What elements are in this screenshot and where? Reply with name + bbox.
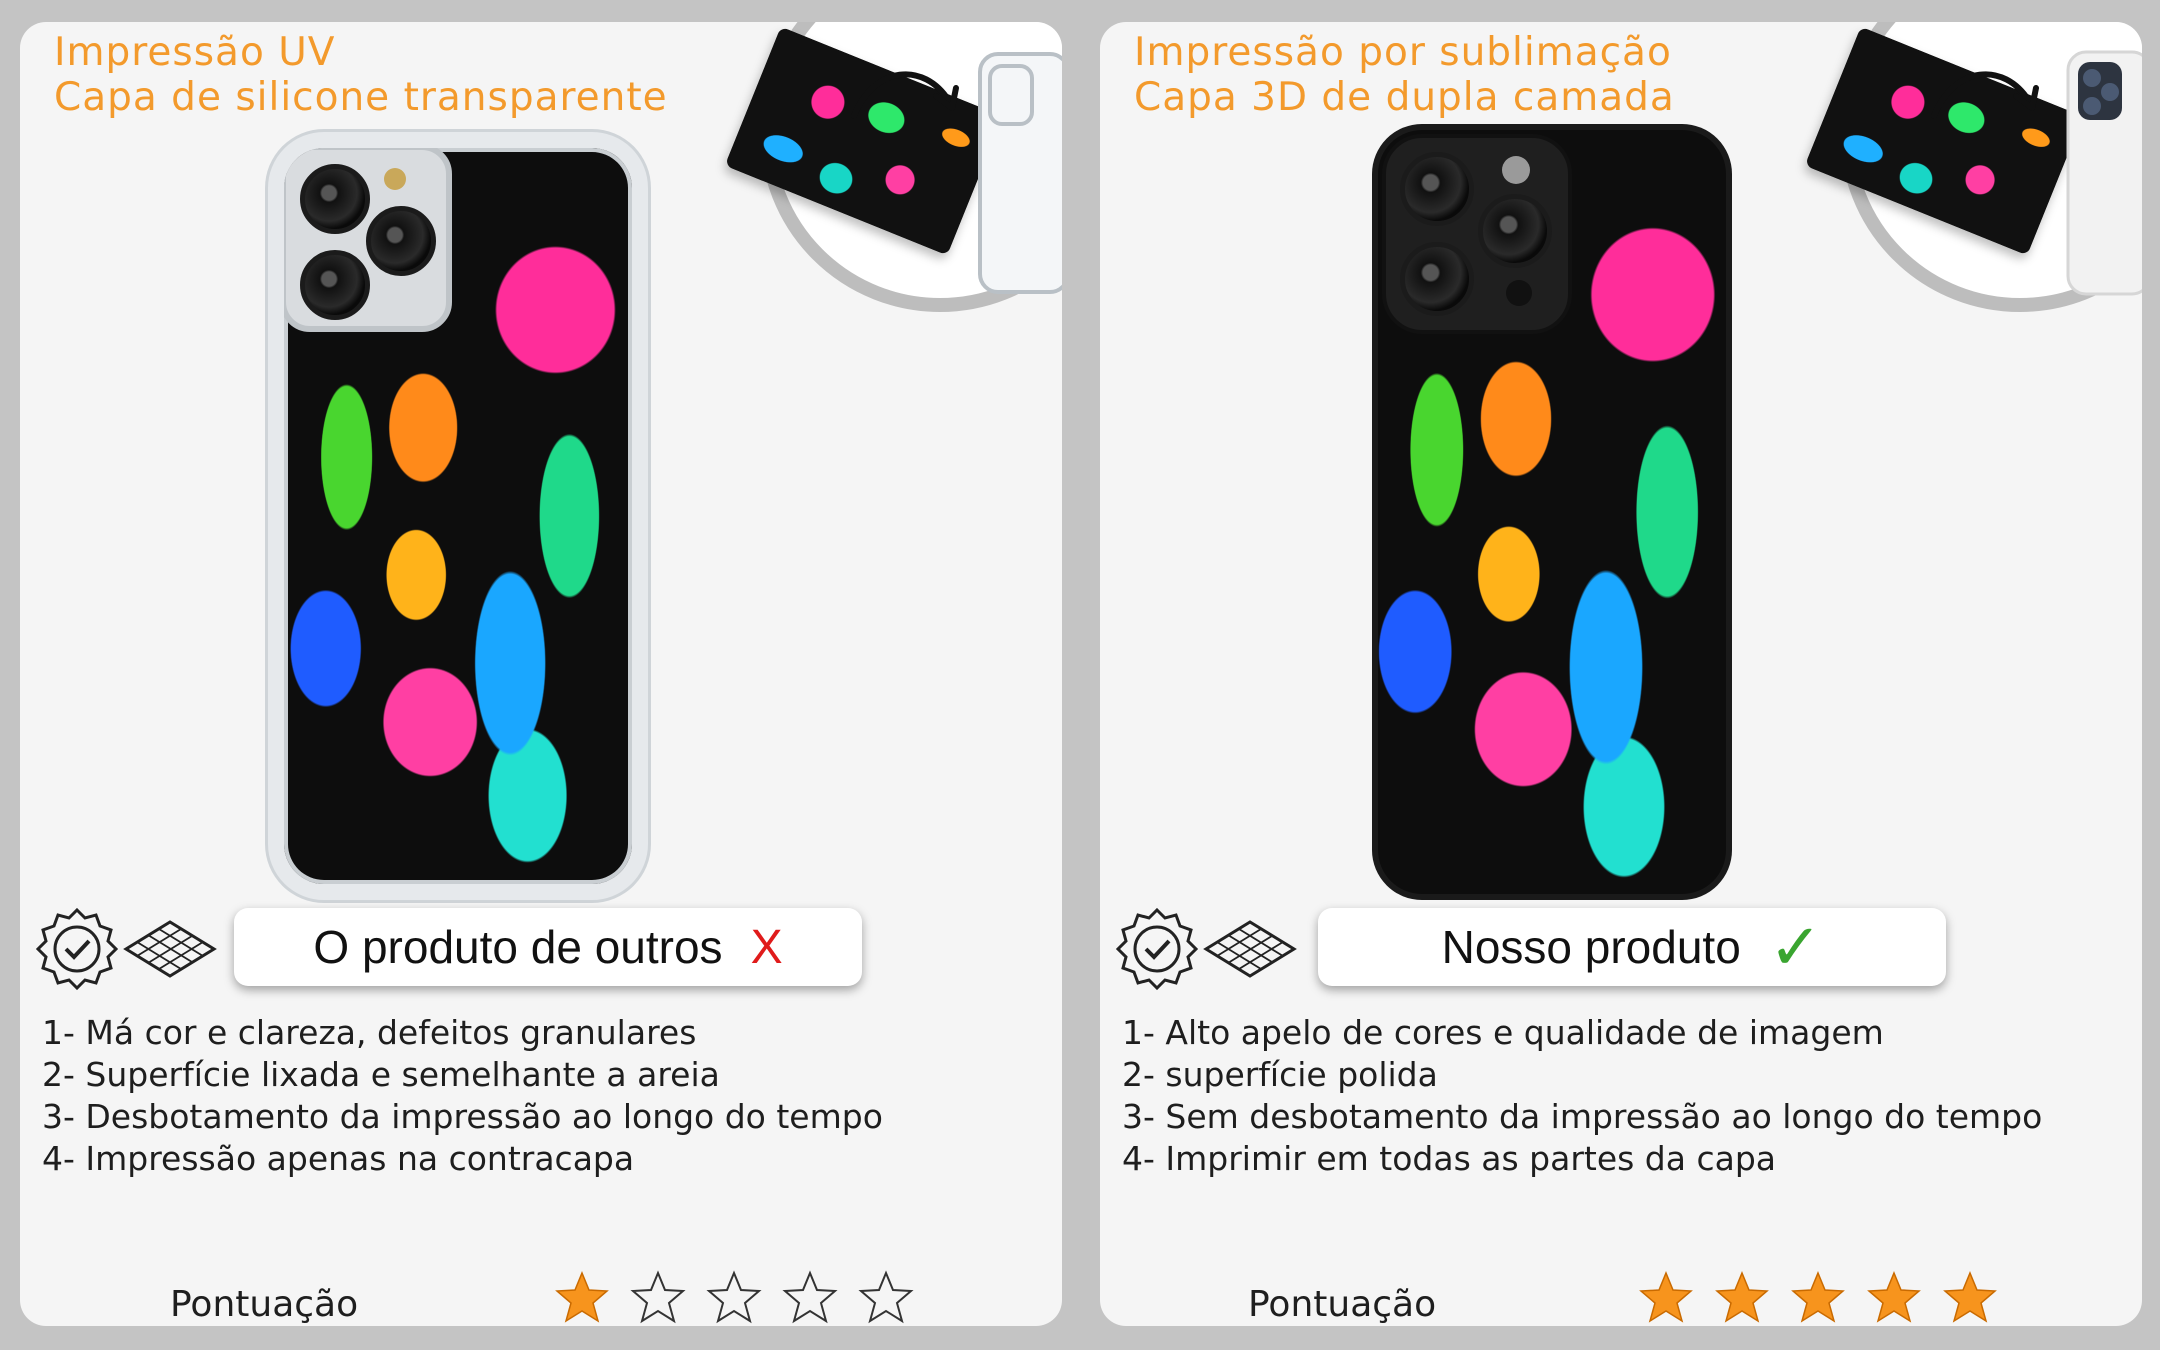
panel-heading: Impressão por sublimação Capa 3D de dupl…	[1134, 30, 1675, 120]
star-filled-icon	[1791, 1271, 1845, 1323]
comparison-panel-others: Impressão UV Capa de silicone transparen…	[20, 22, 1062, 1326]
feature-item: 4- Imprimir em todas as partes da capa	[1122, 1139, 1777, 1178]
star-filled-icon	[555, 1271, 609, 1323]
score-label: Pontuação	[1248, 1284, 1437, 1325]
heading-print-method: Impressão por sublimação	[1134, 30, 1672, 75]
camera-lens	[366, 206, 436, 276]
score-label: Pontuação	[170, 1284, 359, 1325]
feature-item: 2- Superfície lixada e semelhante a arei…	[42, 1055, 720, 1094]
feature-item: 1- Alto apelo de cores e qualidade de im…	[1122, 1013, 1884, 1052]
star-empty-icon	[858, 1270, 914, 1324]
feature-list: 1- Alto apelo de cores e qualidade de im…	[1122, 1012, 2042, 1180]
camera-lens	[1478, 194, 1552, 268]
star-filled-icon	[1715, 1271, 1769, 1323]
process-bubble	[724, 22, 1062, 312]
feature-item: 3- Desbotamento da impressão ao longo do…	[42, 1097, 883, 1136]
feature-list: 1- Má cor e clareza, defeitos granulares…	[42, 1012, 883, 1180]
feature-item: 4- Impressão apenas na contracapa	[42, 1139, 635, 1178]
process-bubble	[1804, 22, 2142, 312]
product-label-others: O produto de outros X	[234, 908, 862, 986]
heading-case-type: Capa de silicone transparente	[54, 75, 668, 120]
phone-case-clear-uv	[268, 132, 648, 900]
camera-lens	[1400, 242, 1474, 316]
verified-badge-icon	[35, 907, 119, 991]
star-empty-icon	[782, 1270, 838, 1324]
feature-item: 3- Sem desbotamento da impressão ao long…	[1122, 1097, 2043, 1136]
product-label-text: O produto de outros	[313, 921, 723, 973]
flash	[384, 168, 406, 190]
star-rating	[1638, 1270, 1998, 1326]
curved-arrow-icon	[1931, 71, 2039, 119]
lidar-sensor	[1506, 280, 1532, 306]
verified-badge-icon	[1115, 907, 1199, 991]
cross-mark-icon: X	[750, 920, 783, 974]
curved-arrow-icon	[851, 71, 959, 119]
clear-case-image	[978, 52, 1062, 294]
camera-lens	[300, 164, 370, 234]
star-filled-icon	[1867, 1271, 1921, 1323]
heading-print-method: Impressão UV	[54, 30, 336, 75]
star-empty-icon	[706, 1270, 762, 1324]
surface-mesh-icon	[123, 920, 217, 978]
phone-case-3d-sublimation	[1372, 124, 1732, 900]
product-label-text: Nosso produto	[1441, 921, 1741, 973]
panel-heading: Impressão UV Capa de silicone transparen…	[54, 30, 668, 120]
feature-item: 1- Má cor e clareza, defeitos granulares	[42, 1013, 697, 1052]
surface-mesh-icon	[1203, 920, 1297, 978]
heading-case-type: Capa 3D de dupla camada	[1134, 75, 1675, 120]
star-rating	[554, 1270, 914, 1326]
product-label-ours: Nosso produto ✓	[1318, 908, 1946, 986]
star-filled-icon	[1639, 1271, 1693, 1323]
camera-module	[284, 148, 452, 332]
white-case-image	[2066, 50, 2142, 296]
star-empty-icon	[630, 1270, 686, 1324]
star-filled-icon	[1943, 1271, 1997, 1323]
camera-lens	[300, 250, 370, 320]
comparison-panel-ours: Impressão por sublimação Capa 3D de dupl…	[1100, 22, 2142, 1326]
check-mark-icon: ✓	[1768, 911, 1823, 983]
camera-module	[1382, 134, 1572, 334]
camera-lens	[1400, 152, 1474, 226]
flash	[1502, 156, 1530, 184]
feature-item: 2- superfície polida	[1122, 1055, 1438, 1094]
